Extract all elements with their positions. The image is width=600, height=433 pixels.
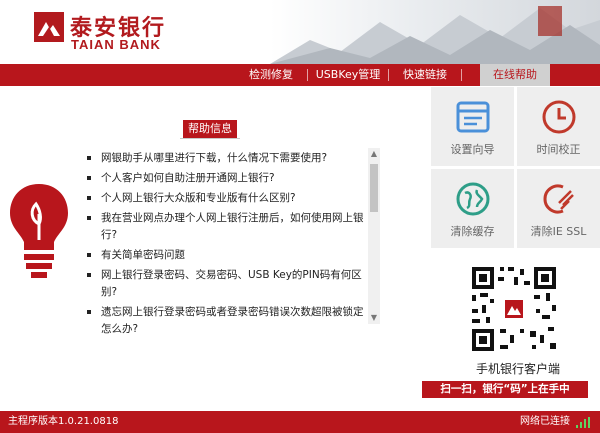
globe-icon xyxy=(456,182,490,216)
faq-item[interactable]: 个人网上银行大众版和专业版有什么区别? xyxy=(85,190,367,207)
clear-cache-button[interactable]: 清除缓存 xyxy=(431,169,514,248)
mountain-banner-image xyxy=(270,6,600,64)
signal-icon xyxy=(576,417,590,428)
nav-detect-repair[interactable]: 检测修复 xyxy=(235,64,307,86)
bank-name-en: TAIAN BANK xyxy=(71,37,161,52)
faq-scrollbar[interactable]: ▲ ▼ xyxy=(368,148,380,324)
network-status: 网络已连接 xyxy=(520,416,570,427)
setup-wizard-icon xyxy=(456,101,490,133)
faq-item[interactable]: 个人客户如何自助注册开通网上银行? xyxy=(85,170,367,187)
faq-item[interactable]: 网上银行登录密码、交易密码、USB Key的PIN码有何区别? xyxy=(85,267,367,301)
scroll-up-icon[interactable]: ▲ xyxy=(368,148,380,160)
mobile-bank-caption: 手机银行客户端 xyxy=(475,362,560,376)
tool-tiles: 设置向导 时间校正 清除缓存 清除IE SSL xyxy=(431,87,600,248)
time-correction-button[interactable]: 时间校正 xyxy=(517,87,600,166)
bank-logo-icon xyxy=(34,12,64,42)
tile-label: 时间校正 xyxy=(536,143,581,156)
mobile-slogan: 扫一扫，银行“码”上在手中 xyxy=(422,381,588,398)
program-version: 主程序版本1.0.21.0818 xyxy=(8,416,119,427)
nav-quick-links[interactable]: 快速链接 xyxy=(389,64,461,86)
help-faq-list: 网银助手从哪里进行下载，什么情况下需要使用? 个人客户如何自助注册开通网上银行?… xyxy=(85,150,367,341)
setup-wizard-button[interactable]: 设置向导 xyxy=(431,87,514,166)
nav-usbkey-manage[interactable]: USBKey管理 xyxy=(308,64,388,86)
app-header: 泰安银行 TAIAN BANK xyxy=(0,0,600,64)
tile-label: 清除缓存 xyxy=(450,225,495,238)
lightbulb-icon xyxy=(10,184,68,278)
nav-online-help[interactable]: 在线帮助 xyxy=(480,64,550,86)
tile-label: 清除IE SSL xyxy=(530,225,587,238)
faq-item[interactable]: 网银助手从哪里进行下载，什么情况下需要使用? xyxy=(85,150,367,167)
scroll-thumb[interactable] xyxy=(370,164,378,212)
faq-item[interactable]: 遗忘网上银行登录密码或者登录密码错误次数超限被锁定怎么办? xyxy=(85,304,367,338)
divider xyxy=(180,138,240,139)
faq-item[interactable]: 有关简单密码问题 xyxy=(85,247,367,264)
status-bar: 主程序版本1.0.21.0818 网络已连接 xyxy=(0,411,600,433)
clear-ie-ssl-button[interactable]: 清除IE SSL xyxy=(517,169,600,248)
faq-item[interactable]: 我在营业网点办理个人网上银行注册后，如何使用网上银行? xyxy=(85,210,367,244)
scroll-down-icon[interactable]: ▼ xyxy=(368,312,380,324)
tile-label: 设置向导 xyxy=(450,143,495,156)
main-nav: 检测修复 USBKey管理 快速链接 在线帮助 xyxy=(0,64,600,86)
help-title: 帮助信息 xyxy=(183,120,237,138)
clock-icon xyxy=(542,100,576,134)
qr-code-image xyxy=(470,265,558,353)
clean-ssl-icon xyxy=(543,184,574,214)
